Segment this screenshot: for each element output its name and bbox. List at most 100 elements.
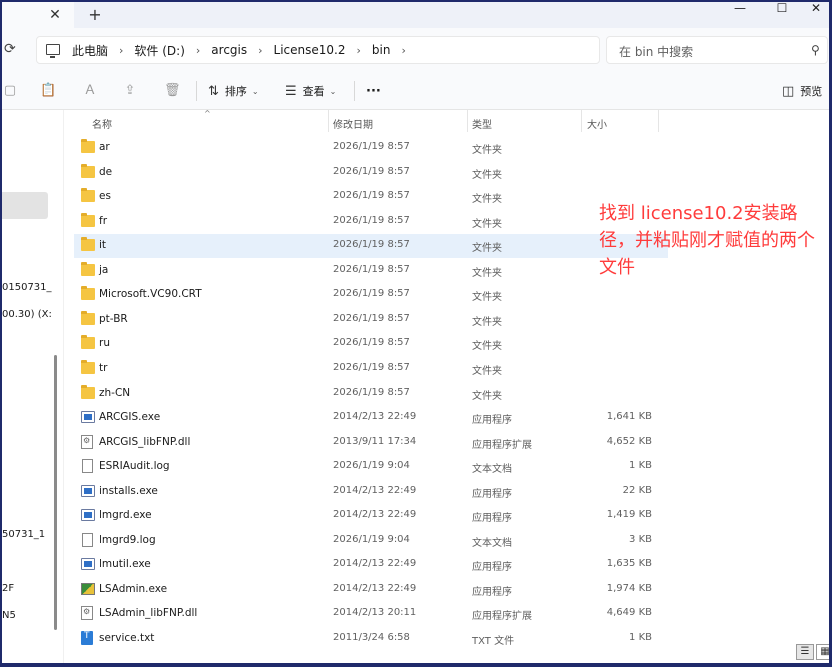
breadcrumb-drive-d[interactable]: 软件 (D:): [127, 42, 191, 59]
breadcrumb-arcgis[interactable]: arcgis: [204, 43, 254, 57]
chevron-right-icon[interactable]: ›: [254, 44, 266, 57]
table-row[interactable]: ru 2026/1/19 8:57 文件夹: [74, 332, 668, 356]
table-row[interactable]: tr 2026/1/19 8:57 文件夹: [74, 357, 668, 381]
breadcrumb-license[interactable]: License10.2: [267, 43, 353, 57]
file-name: service.txt: [99, 632, 155, 644]
file-date: 2026/1/19 8:57: [333, 386, 410, 398]
table-row[interactable]: ESRIAudit.log 2026/1/19 9:04 文本文档 1 KB: [74, 455, 668, 479]
file-name: lmgrd.exe: [99, 509, 152, 522]
table-row[interactable]: es 2026/1/19 8:57 文件夹: [74, 185, 668, 209]
nav-scrollbar[interactable]: [54, 355, 57, 630]
explorer-window: ✕ + — ☐ ✕ ⟳ 此电脑 › 软件 (D:) › arcgis › Lic…: [0, 0, 832, 667]
file-name: ja: [99, 263, 109, 276]
column-divider[interactable]: [328, 110, 329, 132]
table-row[interactable]: de 2026/1/19 8:57 文件夹: [74, 161, 668, 185]
refresh-icon[interactable]: ⟳: [4, 41, 18, 57]
file-type: 文件夹: [472, 341, 502, 353]
chevron-down-icon: ⌄: [251, 86, 259, 96]
copy-icon[interactable]: ▢: [2, 83, 18, 99]
table-row[interactable]: ja 2026/1/19 8:57 文件夹: [74, 259, 668, 283]
computer-icon: [46, 44, 60, 58]
search-icon[interactable]: ⚲: [811, 43, 820, 57]
table-row[interactable]: ARCGIS.exe 2014/2/13 22:49 应用程序 1,641 KB: [74, 406, 668, 430]
file-date: 2026/1/19 8:57: [333, 361, 410, 373]
nav-item-text[interactable]: N5: [2, 610, 16, 621]
address-bar-row: ⟳ 此电脑 › 软件 (D:) › arcgis › License10.2 ›…: [2, 28, 829, 72]
new-tab-button[interactable]: +: [86, 6, 104, 24]
table-row[interactable]: LSAdmin.exe 2014/2/13 22:49 应用程序 1,974 KB: [74, 578, 668, 602]
exe-icon: [81, 484, 95, 497]
folder-icon: [81, 139, 95, 153]
maximize-button[interactable]: ☐: [768, 2, 796, 14]
table-row[interactable]: ar 2026/1/19 8:57 文件夹: [74, 136, 668, 160]
share-icon[interactable]: ⇪: [122, 83, 138, 99]
paste-icon[interactable]: 📋: [40, 83, 56, 99]
column-header-name[interactable]: 名称: [92, 116, 112, 131]
table-row[interactable]: lmutil.exe 2014/2/13 22:49 应用程序 1,635 KB: [74, 553, 668, 577]
chevron-right-icon[interactable]: ›: [115, 44, 127, 57]
file-name: lmutil.exe: [99, 558, 151, 571]
file-size: 1,419 KB: [606, 509, 652, 521]
column-divider[interactable]: [581, 110, 582, 132]
close-tab-icon[interactable]: ✕: [46, 6, 64, 24]
folder-icon: [81, 359, 95, 374]
nav-item-text[interactable]: 50731_1: [2, 529, 45, 540]
file-date: 2026/1/19 8:57: [333, 337, 410, 349]
nav-item-text[interactable]: 2F: [2, 583, 14, 594]
nav-item-text[interactable]: 0150731_: [2, 282, 52, 293]
search-placeholder: 在 bin 中搜索: [619, 45, 694, 59]
file-name: fr: [99, 214, 108, 227]
column-divider[interactable]: [658, 110, 659, 132]
close-window-button[interactable]: ✕: [802, 2, 829, 14]
table-row[interactable]: installs.exe 2014/2/13 22:49 应用程序 22 KB: [74, 480, 668, 504]
nav-item-text[interactable]: 00.30) (X:: [2, 309, 52, 320]
file-size: 1,641 KB: [606, 411, 652, 423]
table-row[interactable]: it 2026/1/19 8:57 文件夹: [74, 234, 668, 259]
chevron-right-icon[interactable]: ›: [353, 44, 365, 57]
file-date: 2013/9/11 17:34: [333, 435, 417, 447]
file-type: 文件夹: [472, 316, 502, 328]
rename-icon[interactable]: Ａ: [82, 83, 98, 99]
file-date: 2026/1/19 9:04: [333, 533, 410, 545]
column-header-size[interactable]: 大小: [587, 116, 607, 131]
table-row[interactable]: zh-CN 2026/1/19 8:57 文件夹: [74, 382, 668, 406]
file-name: ESRIAudit.log: [99, 460, 170, 473]
file-date: 2026/1/19 8:57: [333, 239, 410, 251]
file-type: 文件夹: [472, 292, 502, 304]
preview-button[interactable]: ◫ 预览: [782, 82, 822, 100]
search-input[interactable]: 在 bin 中搜索 ⚲: [606, 36, 828, 64]
file-date: 2014/2/13 22:49: [333, 582, 417, 594]
view-label: 查看: [302, 85, 325, 98]
nav-selected-item[interactable]: [2, 192, 48, 219]
table-row[interactable]: fr 2026/1/19 8:57 文件夹: [74, 210, 668, 234]
chevron-right-icon[interactable]: ›: [397, 44, 409, 57]
column-divider[interactable]: [467, 110, 468, 132]
table-row[interactable]: lmgrd.exe 2014/2/13 22:49 应用程序 1,419 KB: [74, 504, 668, 528]
column-header-date[interactable]: 修改日期: [333, 116, 373, 131]
column-header-type[interactable]: 类型: [472, 116, 492, 131]
details-view-button[interactable]: ☰: [796, 644, 814, 660]
tab-bin[interactable]: ✕: [2, 2, 74, 28]
more-options-button[interactable]: ···: [366, 82, 381, 100]
sort-icon: ⇅: [208, 83, 219, 99]
txt-icon: [81, 631, 93, 645]
file-name: ARCGIS.exe: [99, 411, 161, 424]
sort-button[interactable]: ⇅ 排序 ⌄: [208, 82, 259, 100]
tiles-view-button[interactable]: ▦: [816, 644, 829, 660]
view-button[interactable]: ☰ 查看 ⌄: [285, 82, 336, 100]
table-row[interactable]: Microsoft.VC90.CRT 2026/1/19 8:57 文件夹: [74, 283, 668, 307]
file-type: 文件夹: [472, 218, 502, 230]
minimize-button[interactable]: —: [726, 2, 754, 14]
address-bar[interactable]: 此电脑 › 软件 (D:) › arcgis › License10.2 › b…: [36, 36, 600, 64]
chevron-right-icon[interactable]: ›: [192, 44, 204, 57]
table-row[interactable]: service.txt 2011/3/24 6:58 TXT 文件 1 KB: [74, 627, 668, 651]
table-row[interactable]: pt-BR 2026/1/19 8:57 文件夹: [74, 308, 668, 332]
delete-icon[interactable]: 🗑: [164, 83, 181, 99]
table-row[interactable]: ARCGIS_libFNP.dll 2013/9/11 17:34 应用程序扩展 4,…: [74, 431, 668, 455]
breadcrumb-this-pc[interactable]: 此电脑: [65, 42, 115, 59]
file-date: 2014/2/13 22:49: [333, 509, 417, 521]
table-row[interactable]: LSAdmin_libFNP.dll 2014/2/13 20:11 应用程序扩展 4…: [74, 602, 668, 626]
command-bar: ▢ 📋 Ａ ⇪ 🗑 ⇅ 排序 ⌄ ☰ 查看 ⌄ ··· ◫ 预览: [2, 72, 829, 110]
breadcrumb-bin[interactable]: bin: [365, 43, 398, 57]
table-row[interactable]: lmgrd9.log 2026/1/19 9:04 文本文档 3 KB: [74, 529, 668, 553]
